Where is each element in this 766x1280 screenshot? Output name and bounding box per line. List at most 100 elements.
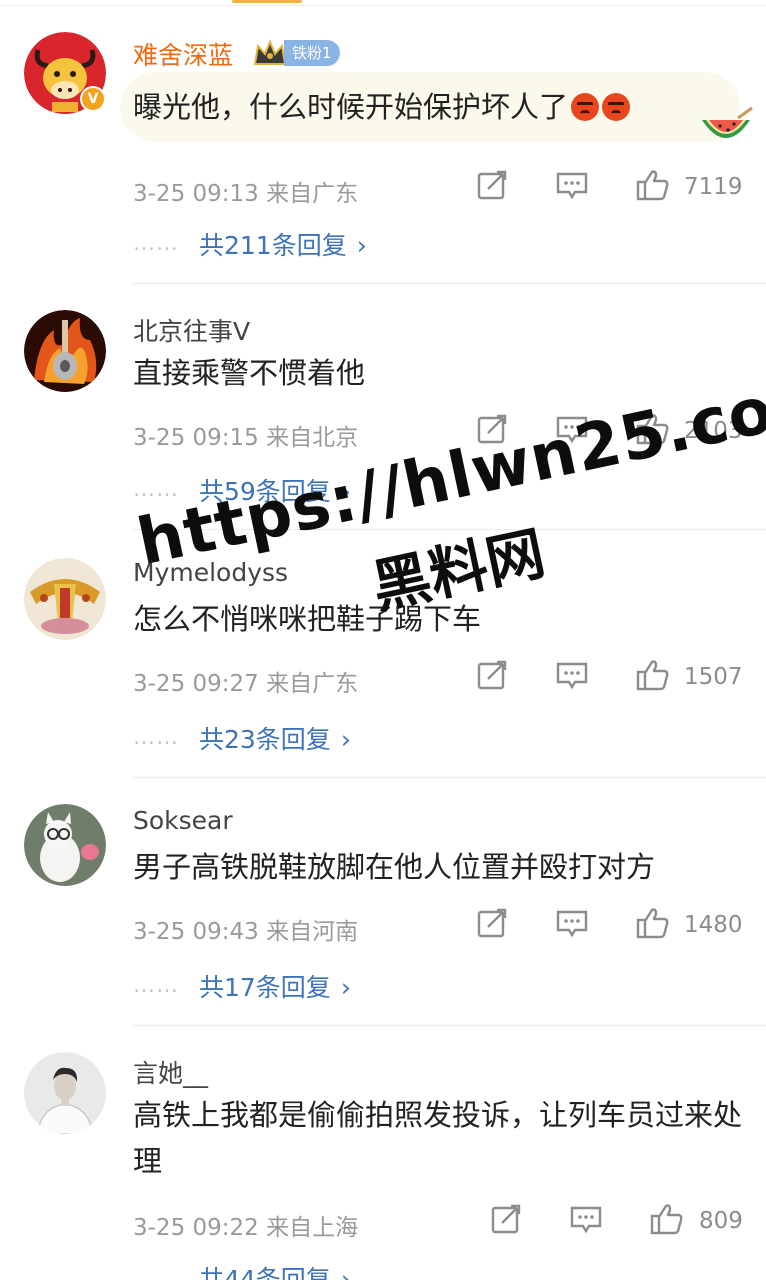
chevron-right-icon: › <box>340 1265 351 1280</box>
view-replies-link[interactable]: …… 共23条回复 › <box>133 720 351 756</box>
comment-text: 高铁上我都是偷偷拍照发投诉，让列车员过来处理 <box>133 1092 743 1184</box>
edit-repost-icon <box>477 414 507 444</box>
repost-button[interactable] <box>475 658 509 698</box>
comment-time: 3-25 09:13 <box>133 181 259 207</box>
username[interactable]: Soksear <box>133 806 233 835</box>
comment-timestamp: 3-25 09:22 来自上海 <box>133 1208 358 1242</box>
like-button[interactable] <box>635 906 671 946</box>
view-replies-link[interactable]: …… 共17条回复 › <box>133 968 351 1004</box>
crown-icon <box>253 39 287 65</box>
comment-text-body: 高铁上我都是偷偷拍照发投诉，让列车员过来处理 <box>133 1098 743 1178</box>
comment-bubble-icon <box>556 662 588 690</box>
reply-count-text: 共59条回复 <box>199 477 331 506</box>
comment-text-body: 男子高铁脱鞋放脚在他人位置并殴打对方 <box>133 850 656 884</box>
repost-button[interactable] <box>475 412 509 452</box>
comment-text-body: 怎么不悄咪咪把鞋子踢下车 <box>133 602 482 636</box>
comment-item: Mymelodyss 怎么不悄咪咪把鞋子踢下车 3-25 09:27 来自广东 <box>0 530 766 778</box>
angry-face-icon <box>602 93 631 121</box>
comment-button[interactable] <box>569 1202 603 1242</box>
reply-dots: …… <box>133 1265 179 1280</box>
thumbs-up-icon <box>636 170 669 201</box>
comment-meta-row: 3-25 09:43 来自河南 1480 <box>133 906 743 946</box>
comment-text: 曝光他，什么时候开始保护坏人了 <box>133 84 738 130</box>
comment-text-body: 直接乘警不惯着他 <box>133 356 366 390</box>
edit-repost-icon <box>477 660 507 690</box>
comment-button[interactable] <box>555 168 589 208</box>
reply-count-text: 共17条回复 <box>199 973 331 1002</box>
comment-location: 来自广东 <box>266 181 359 207</box>
comment-bubble-icon <box>570 1206 602 1234</box>
chevron-right-icon: › <box>340 477 351 506</box>
thumbs-up-icon <box>636 414 669 445</box>
like-count: 7119 <box>684 174 743 200</box>
username[interactable]: 北京往事V <box>133 312 250 348</box>
avatar[interactable] <box>24 804 106 886</box>
thumbs-up-icon <box>636 660 669 691</box>
comment-meta-row: 3-25 09:27 来自广东 1507 <box>133 658 743 698</box>
chevron-right-icon: › <box>340 973 351 1002</box>
comment-item: Soksear 男子高铁脱鞋放脚在他人位置并殴打对方 3-25 09:43 来自… <box>0 778 766 1026</box>
like-button[interactable] <box>635 658 671 698</box>
comment-time: 3-25 09:27 <box>133 671 259 697</box>
comment-button[interactable] <box>555 906 589 946</box>
view-replies-link[interactable]: …… 共211条回复 › <box>133 226 367 262</box>
comment-bubble-icon <box>556 416 588 444</box>
comment-location: 来自河南 <box>266 919 359 945</box>
username[interactable]: 难舍深蓝 <box>133 36 233 72</box>
comment-text: 怎么不悄咪咪把鞋子踢下车 <box>133 596 738 642</box>
comment-location: 来自广东 <box>266 671 359 697</box>
comment-button[interactable] <box>555 412 589 452</box>
username[interactable]: Mymelodyss <box>133 558 288 587</box>
view-replies-link[interactable]: …… 共44条回复 › <box>133 1260 351 1280</box>
avatar[interactable] <box>24 1052 106 1134</box>
repost-button[interactable] <box>489 1202 523 1242</box>
comment-time: 3-25 09:22 <box>133 1215 259 1241</box>
chevron-right-icon: › <box>340 725 351 754</box>
embroidery-avatar-icon <box>24 558 106 640</box>
comment-item: 北京往事V 直接乘警不惯着他 3-25 09:15 来自北京 2103 …… 共… <box>0 284 766 530</box>
comment-timestamp: 3-25 09:15 来自北京 <box>133 418 358 452</box>
flaming-guitar-avatar-icon <box>24 310 106 392</box>
comment-location: 来自上海 <box>266 1215 359 1241</box>
comment-item: 言她__ 高铁上我都是偷偷拍照发投诉，让列车员过来处理 3-25 09:22 来… <box>0 1026 766 1280</box>
avatar[interactable] <box>24 558 106 640</box>
comment-bubble-icon <box>556 910 588 938</box>
comment-time: 3-25 09:15 <box>133 425 259 451</box>
like-button[interactable] <box>635 168 671 208</box>
thumbs-up-icon <box>650 1204 683 1235</box>
edit-repost-icon <box>477 170 507 200</box>
view-replies-link[interactable]: …… 共59条回复 › <box>133 472 351 508</box>
verified-badge: V <box>80 86 106 112</box>
like-count: 809 <box>699 1208 743 1234</box>
comment-meta-row: 3-25 09:13 来自广东 7119 <box>133 168 743 208</box>
comment-text-body: 曝光他，什么时候开始保护坏人了 <box>133 90 569 124</box>
comment-bubble-icon <box>556 172 588 200</box>
like-count: 1507 <box>684 664 743 690</box>
portrait-avatar-icon <box>24 1052 106 1134</box>
avatar[interactable] <box>24 310 106 392</box>
fan-level-badge: 铁粉1 <box>284 40 340 66</box>
edit-repost-icon <box>491 1204 521 1234</box>
chevron-right-icon: › <box>356 231 367 260</box>
reply-count-text: 共44条回复 <box>199 1265 331 1280</box>
username[interactable]: 言她__ <box>133 1054 208 1090</box>
reply-dots: …… <box>133 725 179 750</box>
comment-time: 3-25 09:43 <box>133 919 259 945</box>
like-button[interactable] <box>635 412 671 452</box>
comment-meta-row: 3-25 09:15 来自北京 2103 <box>133 412 743 452</box>
comment-location: 来自北京 <box>266 425 359 451</box>
reply-dots: …… <box>133 231 179 256</box>
like-count: 2103 <box>684 418 743 444</box>
thumbs-up-icon <box>636 908 669 939</box>
repost-button[interactable] <box>475 906 509 946</box>
like-button[interactable] <box>649 1202 685 1242</box>
reply-dots: …… <box>133 973 179 998</box>
repost-button[interactable] <box>475 168 509 208</box>
comment-item: V 难舍深蓝 铁粉1 曝光他，什么时候开始保护坏人了 3-25 09:13 来自… <box>0 6 766 284</box>
comment-button[interactable] <box>555 658 589 698</box>
like-count: 1480 <box>684 912 743 938</box>
edit-repost-icon <box>477 908 507 938</box>
comment-meta-row: 3-25 09:22 来自上海 809 <box>133 1202 743 1242</box>
cat-avatar-icon <box>24 804 106 886</box>
active-tab-indicator <box>232 0 302 3</box>
